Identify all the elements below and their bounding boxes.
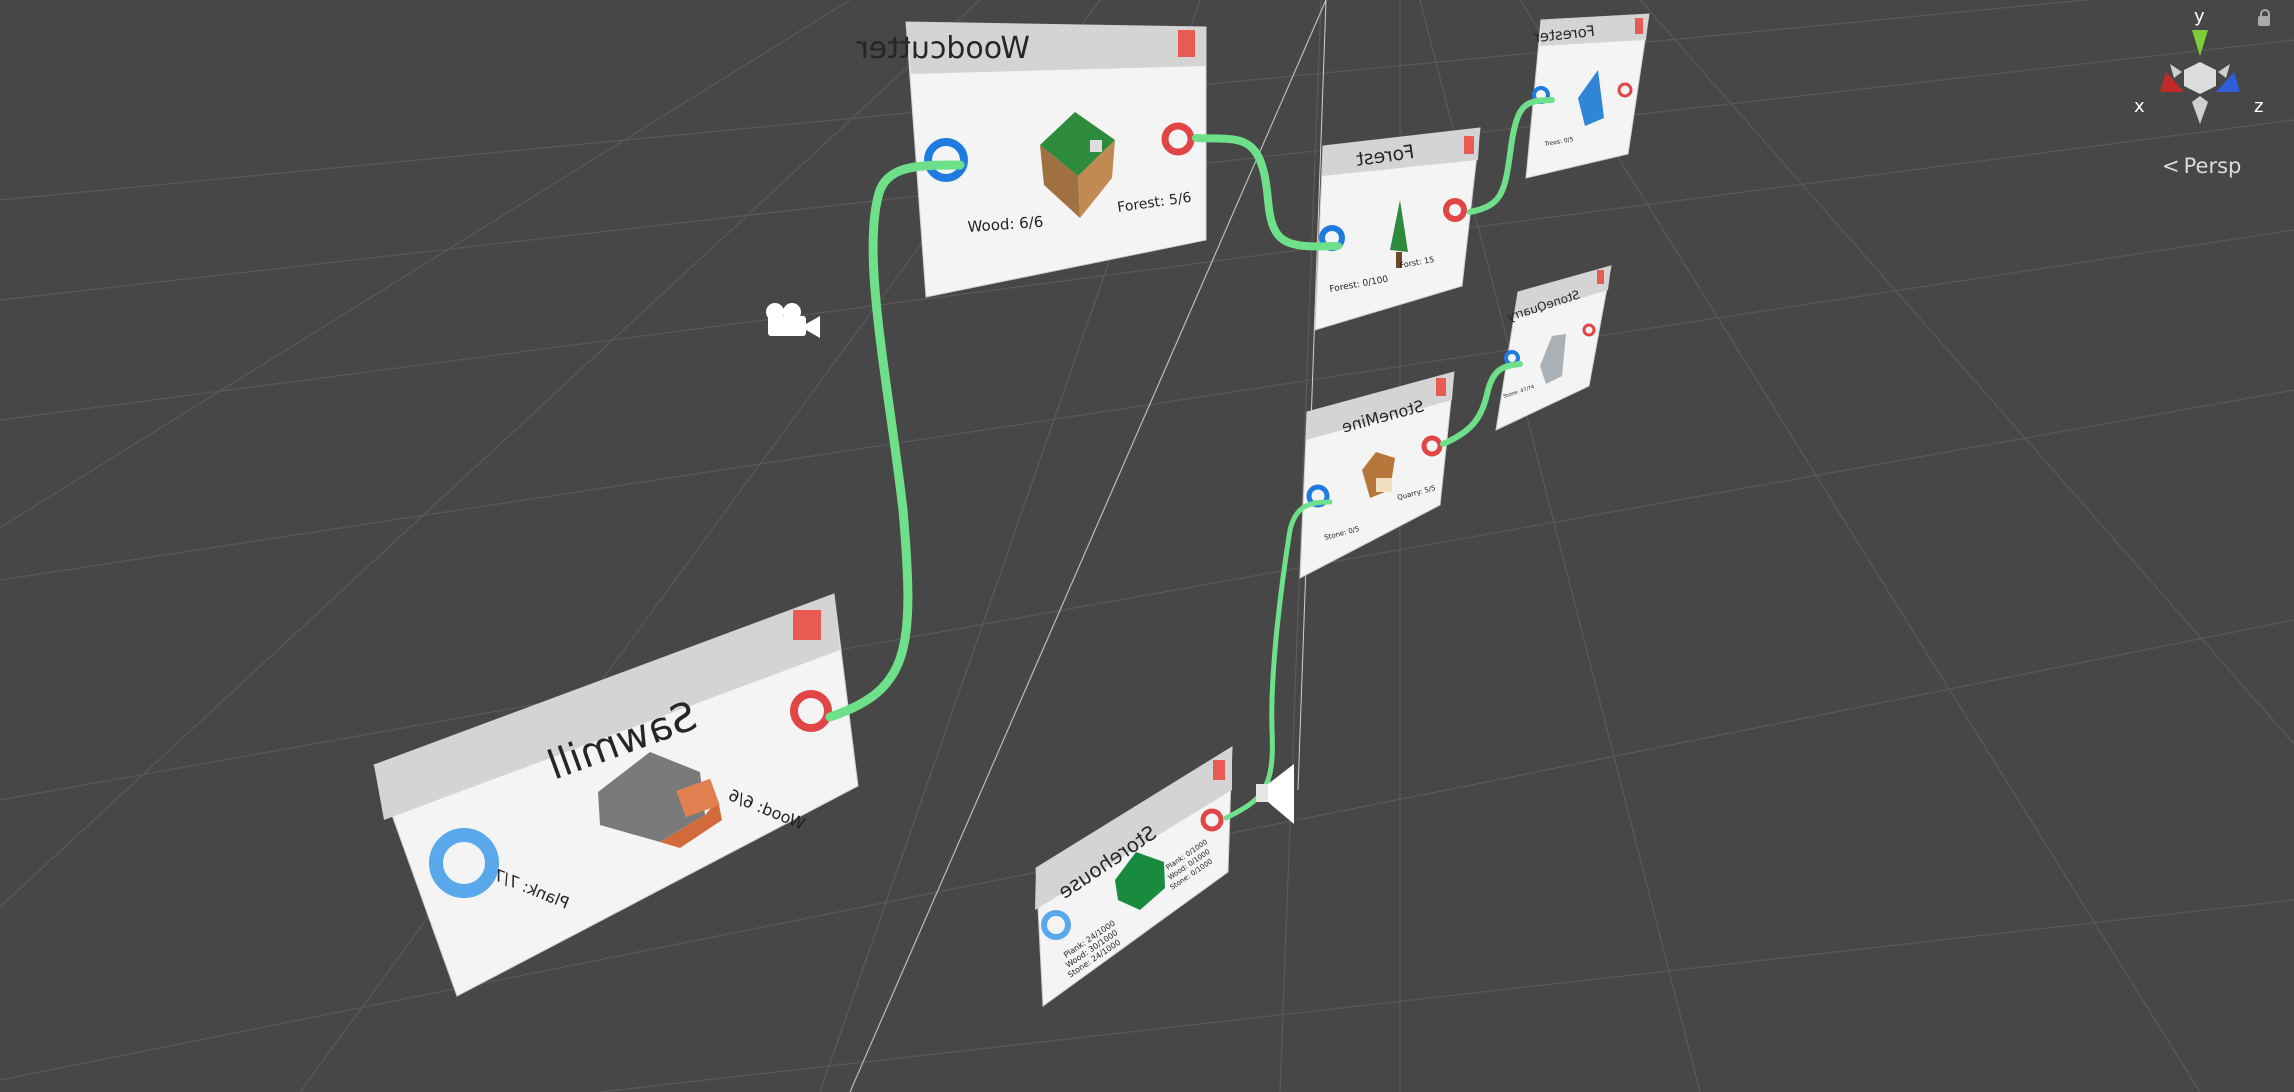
- axis-line-vertical: [1297, 0, 1327, 791]
- perspective-toggle[interactable]: < Persp: [2162, 154, 2241, 178]
- scene-view[interactable]: Woodcutter Wood: 6/6 Forest: 5/6 Forest …: [0, 0, 2294, 1092]
- close-button[interactable]: [1464, 136, 1474, 154]
- close-button[interactable]: [1436, 378, 1446, 396]
- chevron-left-icon: <: [2162, 154, 2180, 178]
- gizmo-label-x: x: [2134, 96, 2145, 117]
- node-woodcutter[interactable]: Woodcutter Wood: 6/6 Forest: 5/6: [856, 21, 1207, 298]
- close-button[interactable]: [1213, 760, 1225, 780]
- gizmo-label-y: y: [2194, 6, 2205, 27]
- node-forest-mid[interactable]: Forest Forest: 0/100 Forst: 15: [1314, 127, 1481, 331]
- audio-source-icon[interactable]: [1256, 764, 1294, 824]
- node-stonequarry[interactable]: StoneQuarry Stone: 47/74: [1495, 265, 1612, 431]
- node-stonemine[interactable]: StoneMine Stone: 0/5 Quarry: 5/5: [1299, 371, 1455, 579]
- lock-icon[interactable]: [2258, 9, 2270, 26]
- gizmo-label-z: z: [2254, 96, 2263, 117]
- close-button[interactable]: [1597, 270, 1604, 284]
- camera-icon[interactable]: [766, 303, 820, 338]
- gizmo-z-axis[interactable]: [2216, 72, 2240, 92]
- gizmo-x-axis[interactable]: [2160, 72, 2184, 92]
- gizmo-y-axis[interactable]: [2192, 30, 2208, 56]
- node-sawmill[interactable]: Sawmill Wood: 6/6 Plank: 7/7: [373, 593, 859, 997]
- node-forester[interactable]: Forester Trees: 0/5: [1525, 13, 1650, 179]
- gizmo-center[interactable]: [2170, 62, 2230, 124]
- close-button[interactable]: [1178, 30, 1195, 57]
- node-storehouse[interactable]: Storehouse Plank: 0/1000 Wood: 0/1000 St…: [1035, 746, 1233, 1007]
- connection-woodcutter-forest[interactable]: [1192, 134, 1342, 251]
- close-button[interactable]: [793, 610, 821, 640]
- perspective-label: Persp: [2183, 154, 2242, 178]
- close-button[interactable]: [1635, 18, 1643, 34]
- node-title: Woodcutter: [856, 31, 1030, 66]
